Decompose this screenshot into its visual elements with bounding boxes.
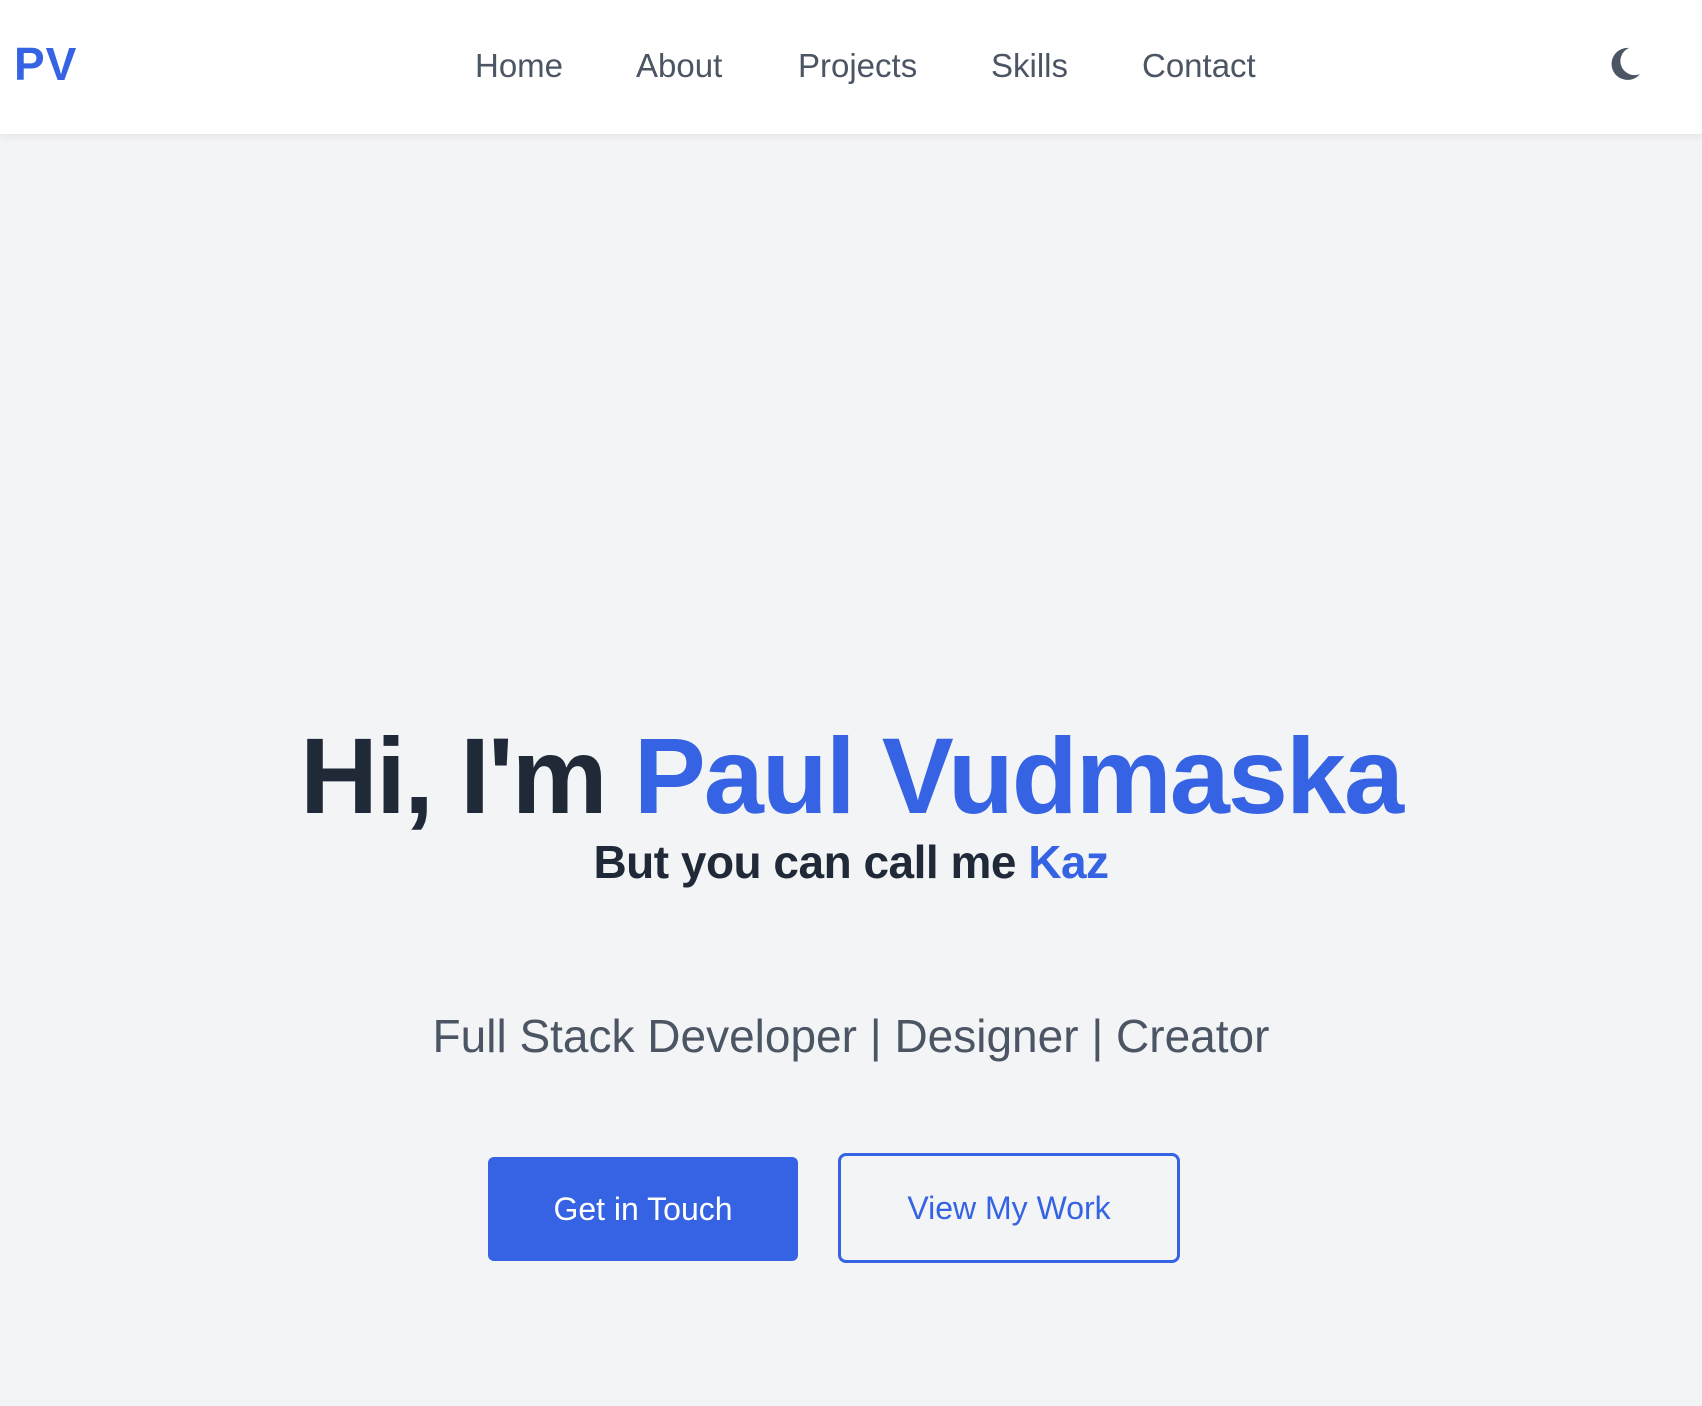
main-nav: Home About Projects Skills Contact [0, 44, 1702, 88]
moon-icon [1611, 47, 1640, 80]
hero-subtitle: But you can call me Kaz [0, 832, 1702, 892]
nav-link-about[interactable]: About [636, 44, 722, 88]
hero-section: Hi, I'm Paul Vudmaska But you can call m… [0, 134, 1702, 1406]
hero-sub-prefix: But you can call me [593, 836, 1016, 888]
hero-title: Hi, I'm Paul Vudmaska [0, 711, 1702, 841]
nav-link-projects[interactable]: Projects [798, 44, 917, 88]
get-in-touch-button[interactable]: Get in Touch [488, 1157, 798, 1261]
navbar: PV Home About Projects Skills Contact [0, 0, 1702, 134]
theme-toggle-button[interactable] [1600, 40, 1648, 88]
nav-link-skills[interactable]: Skills [991, 44, 1068, 88]
hero-tagline: Full Stack Developer | Designer | Creato… [432, 1010, 1270, 1062]
hero-greeting: Hi, I'm [299, 715, 608, 837]
hero-name: Paul Vudmaska [633, 715, 1404, 837]
view-my-work-button[interactable]: View My Work [838, 1153, 1180, 1263]
nav-link-contact[interactable]: Contact [1142, 44, 1256, 88]
nav-link-home[interactable]: Home [475, 44, 563, 88]
hero-nickname: Kaz [1028, 836, 1109, 888]
